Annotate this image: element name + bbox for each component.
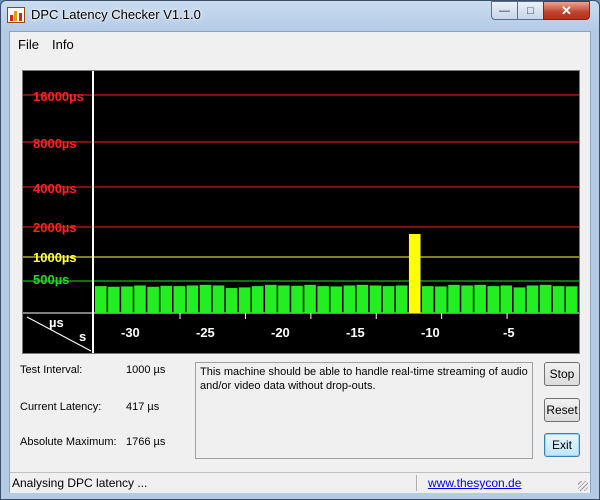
latency-bar: [225, 288, 238, 313]
x-tick-label: -25: [196, 325, 215, 340]
x-tick-label: -30: [121, 325, 140, 340]
latency-bar: [500, 285, 513, 313]
status-divider: [416, 475, 417, 491]
maximize-button[interactable]: □: [517, 1, 544, 20]
resize-grip-icon[interactable]: [578, 481, 588, 491]
app-window: DPC Latency Checker V1.1.0 — □ ✕ File In…: [0, 0, 600, 500]
y-label-4000: 4000µs: [33, 181, 77, 196]
thesycon-link[interactable]: www.thesycon.de: [428, 476, 521, 490]
axis-unit-us: µs: [49, 315, 64, 330]
minimize-button[interactable]: —: [491, 1, 518, 20]
menu-info[interactable]: Info: [52, 37, 74, 52]
latency-bar: [278, 285, 290, 313]
current-latency-value: 417 µs: [126, 401, 160, 413]
window-title: DPC Latency Checker V1.1.0: [31, 7, 201, 22]
latency-graph: 16000µs 8000µs 4000µs 2000µs 1000µs 500µ…: [22, 70, 580, 354]
latency-bar: [448, 284, 460, 313]
latency-bar: [186, 285, 199, 313]
latency-bar: [565, 286, 578, 313]
latency-bar: [304, 284, 316, 313]
latency-bar: [513, 287, 526, 313]
latency-bar: [317, 286, 329, 313]
latency-bar: [121, 286, 133, 313]
latency-bar: [422, 286, 434, 313]
latency-bar: [238, 287, 251, 313]
latency-bar: [461, 285, 473, 313]
absolute-maximum-label: Absolute Maximum:: [20, 436, 117, 448]
latency-bar: [173, 286, 186, 313]
title-bar[interactable]: DPC Latency Checker V1.1.0 — □ ✕: [1, 1, 599, 31]
close-button[interactable]: ✕: [543, 1, 590, 20]
latency-bar: [487, 286, 500, 313]
latency-bar: [147, 286, 159, 313]
menu-bar: File Info: [10, 32, 590, 56]
absolute-maximum-value: 1766 µs: [126, 436, 166, 448]
latency-bar: [160, 285, 172, 313]
test-interval-label: Test Interval:: [20, 364, 83, 376]
y-label-16000: 16000µs: [33, 89, 84, 104]
latency-bar: [265, 284, 277, 313]
minimize-icon: —: [499, 4, 510, 17]
exit-button[interactable]: Exit: [544, 433, 580, 457]
latency-bar: [134, 285, 146, 313]
latency-bar: [291, 285, 303, 313]
maximize-icon: □: [527, 4, 534, 17]
latency-bar: [552, 286, 565, 313]
latency-bar: [199, 284, 212, 313]
status-bar: Analysing DPC latency ... www.thesycon.d…: [10, 472, 590, 493]
latency-bar: [395, 285, 408, 313]
current-latency-label: Current Latency:: [20, 401, 102, 413]
y-label-8000: 8000µs: [33, 136, 77, 151]
close-icon: ✕: [561, 2, 572, 18]
latency-bar: [251, 286, 264, 313]
reset-button[interactable]: Reset: [544, 398, 580, 422]
status-message-box: This machine should be able to handle re…: [195, 362, 533, 459]
x-tick-label: -20: [271, 325, 290, 340]
latency-bar: [382, 286, 395, 313]
latency-bar: [108, 286, 120, 313]
y-label-2000: 2000µs: [33, 220, 77, 235]
x-tick-label: -10: [421, 325, 440, 340]
client-area: File Info 16000µs 8000µs 4000µs 2000µs 1…: [9, 31, 591, 493]
latency-bar: [435, 286, 447, 313]
menu-file[interactable]: File: [18, 37, 39, 52]
latency-bar: [330, 286, 343, 313]
latency-bar: [369, 285, 382, 313]
latency-chart-svg: [23, 71, 579, 353]
latency-bar: [343, 285, 356, 313]
x-tick-label: -5: [503, 325, 515, 340]
y-label-500: 500µs: [33, 272, 70, 287]
x-tick-label: -15: [346, 325, 365, 340]
latency-bar: [526, 285, 539, 313]
latency-bar: [356, 284, 369, 313]
latency-bar: [408, 234, 421, 313]
axis-unit-seconds: s: [79, 329, 87, 344]
app-icon: [7, 7, 25, 23]
latency-bar: [539, 284, 552, 313]
y-label-1000: 1000µs: [33, 250, 77, 265]
status-message: This machine should be able to handle re…: [200, 366, 528, 392]
latency-bar: [212, 285, 225, 313]
stop-button[interactable]: Stop: [544, 362, 580, 386]
latency-bar: [95, 286, 107, 313]
status-text: Analysing DPC latency ...: [12, 476, 148, 490]
latency-bar: [474, 284, 486, 313]
test-interval-value: 1000 µs: [126, 364, 166, 376]
